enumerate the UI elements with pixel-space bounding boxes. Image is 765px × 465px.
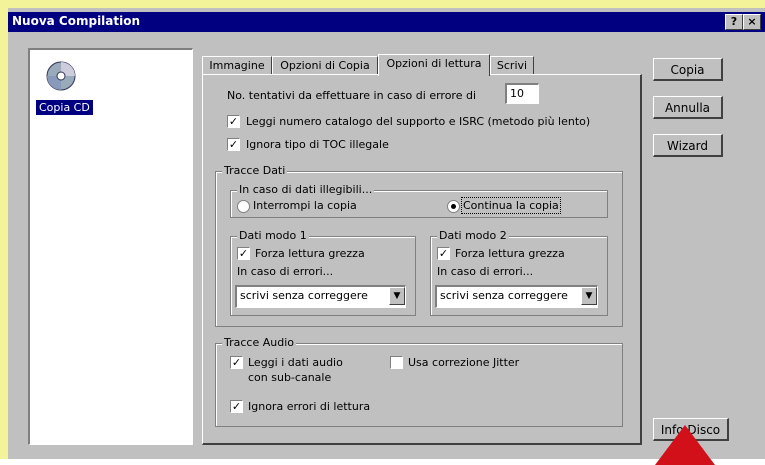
data-tracks-group: Tracce Dati In caso di dati illegibili..… bbox=[215, 164, 623, 327]
mode1-on-errors-select[interactable]: scrivi senza correggere ▼ bbox=[235, 285, 406, 308]
read-subchannel-label: Leggi i dati audio bbox=[248, 356, 343, 369]
copy-button[interactable]: Copia bbox=[653, 58, 723, 81]
unreadable-data-title: In caso di dati illegibili... bbox=[237, 183, 375, 196]
title-bar: Nuova Compilation ? × bbox=[8, 12, 765, 32]
mode1-on-errors-label: In caso di errori... bbox=[237, 265, 334, 278]
ignore-toc-label: Ignora tipo di TOC illegale bbox=[246, 138, 389, 151]
read-catalog-label: Leggi numero catalogo del supporto e ISR… bbox=[246, 115, 591, 128]
mode2-on-errors-value: scrivi senza correggere bbox=[440, 289, 568, 302]
mode1-title: Dati modo 1 bbox=[237, 229, 309, 242]
mode1-on-errors-value: scrivi senza correggere bbox=[240, 289, 368, 302]
window-title: Nuova Compilation bbox=[12, 14, 141, 28]
dropdown-arrow-icon[interactable]: ▼ bbox=[389, 287, 405, 305]
tab-read-options[interactable]: Opzioni di lettura bbox=[378, 54, 490, 76]
stop-copy-radio[interactable] bbox=[237, 200, 250, 213]
help-button[interactable]: ? bbox=[725, 14, 743, 30]
read-subchannel-label-line2: con sub-canale bbox=[248, 371, 332, 384]
jitter-correction-checkbox[interactable] bbox=[390, 356, 403, 369]
audio-tracks-group: Tracce Audio ✓ Leggi i dati audio con su… bbox=[215, 336, 623, 427]
highlight-border-top bbox=[0, 0, 765, 8]
continue-copy-label: Continua la copia bbox=[461, 197, 561, 214]
data-tracks-title: Tracce Dati bbox=[222, 164, 288, 177]
retries-label: No. tentativi da effettuare in caso di e… bbox=[227, 89, 477, 102]
wizard-button[interactable]: Wizard bbox=[653, 134, 723, 157]
mode2-force-raw-label: Forza lettura grezza bbox=[455, 247, 565, 260]
tab-image[interactable]: Immagine bbox=[202, 56, 272, 75]
mode1-group: Dati modo 1 ✓ Forza lettura grezza In ca… bbox=[230, 229, 416, 316]
mode2-on-errors-label: In caso di errori... bbox=[437, 265, 534, 278]
continue-copy-radio[interactable] bbox=[447, 200, 460, 213]
mode1-force-raw-checkbox[interactable]: ✓ bbox=[237, 247, 250, 260]
mode2-on-errors-select[interactable]: scrivi senza correggere ▼ bbox=[435, 285, 598, 308]
ignore-toc-checkbox[interactable]: ✓ bbox=[227, 138, 240, 151]
mode2-title: Dati modo 2 bbox=[437, 229, 509, 242]
compilation-type-list[interactable]: Copia CD bbox=[28, 48, 193, 445]
tab-copy-options[interactable]: Opzioni di Copia bbox=[272, 56, 378, 75]
dropdown-arrow-icon[interactable]: ▼ bbox=[581, 287, 597, 305]
tab-write[interactable]: Scrivi bbox=[490, 56, 534, 75]
ignore-read-errors-checkbox[interactable]: ✓ bbox=[230, 400, 243, 413]
unreadable-data-group: In caso di dati illegibili... Interrompi… bbox=[230, 183, 608, 218]
mode2-group: Dati modo 2 ✓ Forza lettura grezza In ca… bbox=[430, 229, 608, 316]
mode2-force-raw-checkbox[interactable]: ✓ bbox=[437, 247, 450, 260]
read-catalog-checkbox[interactable]: ✓ bbox=[227, 115, 240, 128]
highlight-border-left bbox=[0, 0, 8, 459]
retries-input[interactable]: 10 bbox=[505, 83, 539, 104]
radio-selected-dot bbox=[451, 204, 456, 209]
ignore-read-errors-label: Ignora errori di lettura bbox=[248, 400, 371, 413]
stop-copy-label: Interrompi la copia bbox=[253, 199, 357, 212]
annotation-arrow-icon bbox=[655, 425, 715, 465]
audio-tracks-title: Tracce Audio bbox=[222, 336, 296, 349]
list-item-copy-cd[interactable]: Copia CD bbox=[36, 100, 93, 115]
read-options-panel: No. tentativi da effettuare in caso di e… bbox=[202, 74, 642, 445]
cd-icon[interactable] bbox=[45, 60, 77, 92]
cancel-button[interactable]: Annulla bbox=[653, 96, 723, 119]
jitter-correction-label: Usa correzione Jitter bbox=[408, 356, 520, 369]
mode1-force-raw-label: Forza lettura grezza bbox=[255, 247, 365, 260]
read-subchannel-checkbox[interactable]: ✓ bbox=[230, 356, 243, 369]
close-button[interactable]: × bbox=[743, 14, 761, 30]
